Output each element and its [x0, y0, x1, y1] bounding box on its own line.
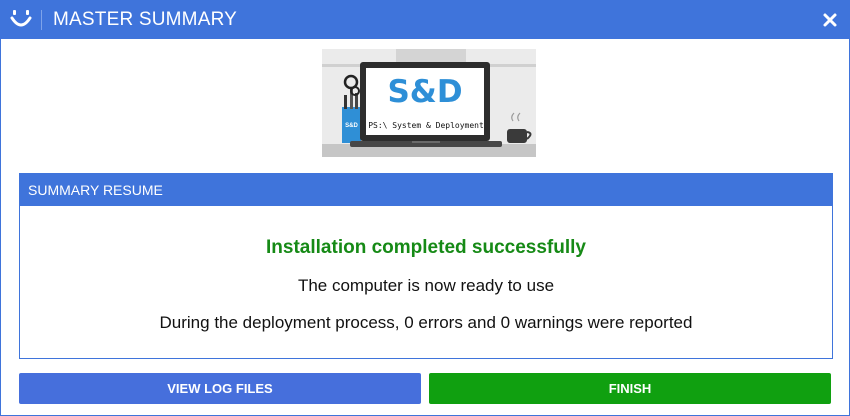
banner-logo-text: S&D [387, 74, 463, 110]
smiley-icon [10, 10, 32, 27]
summary-panel: SUMMARY RESUME Installation completed su… [19, 173, 833, 359]
title-bar: MASTER SUMMARY [1, 1, 849, 39]
close-icon[interactable] [821, 11, 839, 29]
view-log-files-button[interactable]: VIEW LOG FILES [19, 373, 421, 404]
finish-button[interactable]: FINISH [429, 373, 831, 404]
summary-panel-header: SUMMARY RESUME [20, 174, 832, 206]
window-title: MASTER SUMMARY [53, 9, 238, 30]
deployment-banner-image: S&D PS:\ System & Deployment S&D [322, 49, 536, 157]
banner-screen-caption: PS:\ System & Deployment [368, 121, 484, 130]
status-title: Installation completed successfully [266, 237, 586, 258]
summary-window: MASTER SUMMARY S&D PS:\ System & Deploym… [0, 0, 850, 416]
banner-cup-label: S&D [345, 123, 358, 129]
title-separator [41, 10, 42, 30]
status-message: The computer is now ready to use [297, 276, 555, 295]
deployment-report-message: During the deployment process, 0 errors … [159, 313, 693, 332]
